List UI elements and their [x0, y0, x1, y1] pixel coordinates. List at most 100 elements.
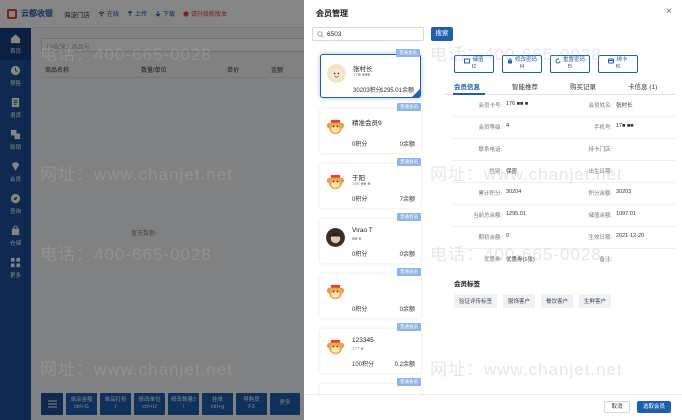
- member-balance: 7余额: [399, 197, 415, 203]
- member-phone: 168 ■■ ■: [352, 181, 371, 186]
- member-labels-title: 会员标签: [454, 281, 480, 288]
- avatar: [327, 64, 346, 83]
- member-label[interactable]: 生鲜客户: [579, 294, 612, 308]
- watermark-url: 网址：www.chanjet.net: [430, 360, 623, 379]
- info-value: 30203: [616, 189, 632, 195]
- member-phone: 177 ■: [352, 346, 364, 351]
- member-tag: 普通会员: [397, 103, 421, 111]
- info-value: 1295.01: [506, 211, 526, 217]
- member-balance: 0余额: [399, 252, 415, 258]
- info-value: 2021-12-20: [616, 233, 645, 239]
- member-phone: ■■ ■: [352, 236, 362, 241]
- info-label: 会员等级:: [478, 125, 502, 131]
- row-divider: [452, 204, 676, 205]
- dialog-footer: 取消 选取会员: [304, 394, 682, 420]
- action-key: f5: [567, 64, 573, 70]
- member-name: 精准会员9: [352, 120, 382, 127]
- monkey-avatar-icon: [326, 284, 345, 300]
- member-name: Virao T: [352, 227, 373, 234]
- member-tabs: 会员信息 智能推荐 购买记录 卡信息 (1): [444, 79, 676, 95]
- member-search-input[interactable]: 6503: [312, 27, 424, 41]
- member-label[interactable]: 餐饮客户: [541, 294, 574, 308]
- tab-card-info[interactable]: 卡信息 (1): [628, 81, 657, 91]
- member-tag: 普通会员: [397, 378, 421, 386]
- member-card[interactable]: 普通会员 精准会员9 0积分 0余额: [320, 103, 421, 153]
- member-points: 30203积分: [353, 88, 382, 94]
- watermark-url: 网址：www.chanjet.net: [40, 165, 233, 184]
- watermark-phone: 电话：400-665-0028: [430, 45, 602, 64]
- watermark-phone: 电话：400-665-0028: [430, 245, 602, 264]
- monkey-avatar-icon: [326, 119, 345, 135]
- info-value: 30204: [506, 189, 522, 195]
- info-value: 张村长: [616, 103, 633, 109]
- member-balance: 0余额: [399, 142, 415, 148]
- search-icon: [317, 31, 324, 38]
- tab-purchase-history[interactable]: 购买记录: [570, 81, 596, 91]
- member-card[interactable]: 普通会员 张村长 17■ ■■■ 30203积分 1295.01余额: [320, 49, 421, 98]
- active-tab-indicator: [453, 93, 485, 95]
- action-key: f2: [471, 64, 477, 70]
- info-label: 累计积分:: [478, 191, 502, 197]
- info-value: 176 ■■ ■: [506, 101, 529, 107]
- info-label: 积分余额:: [588, 191, 612, 197]
- member-search-value: 6503: [327, 31, 342, 38]
- info-label: 联系电话:: [478, 147, 502, 153]
- row-divider: [452, 226, 676, 227]
- info-label: 持卡门店:: [588, 147, 612, 153]
- member-points: 0积分: [352, 252, 368, 258]
- member-card[interactable]: 普通会员 Virao T ■■ ■ 0积分 0余额: [320, 213, 421, 263]
- info-value: 4: [506, 123, 510, 129]
- member-label[interactable]: 服饰客户: [503, 294, 536, 308]
- bind-card-button[interactable]: 绑卡 f6: [598, 55, 638, 73]
- info-value: 0: [506, 233, 510, 239]
- info-label: 会员姓名:: [588, 103, 612, 109]
- member-balance: 1295.01余额: [380, 88, 414, 94]
- info-label: 储值余额:: [588, 213, 612, 219]
- row-divider: [452, 116, 676, 117]
- info-value: 17■ ■■: [616, 123, 634, 129]
- member-points: 0积分: [352, 307, 368, 313]
- search-button[interactable]: 搜索: [431, 27, 453, 41]
- watermark-phone: 电话：400-665-0028: [40, 245, 212, 264]
- member-tag: 普通会员: [397, 323, 421, 331]
- tab-member-info[interactable]: 会员信息: [454, 81, 480, 91]
- monkey-avatar-icon: [326, 174, 345, 190]
- member-tag: 普通会员: [396, 49, 420, 57]
- member-card[interactable]: 普通会员 123345 177 ■ 100积分 0.2余额: [320, 323, 421, 373]
- member-name: 123345: [352, 337, 374, 344]
- member-tag: 普通会员: [397, 213, 421, 221]
- watermark-url: 网址：www.chanjet.net: [40, 360, 233, 379]
- info-label: 会员卡号:: [478, 103, 502, 109]
- info-label: 当前总余额:: [472, 213, 502, 219]
- member-tag: 普通会员: [397, 268, 421, 276]
- member-label[interactable]: 验证评传标签: [454, 294, 498, 308]
- member-balance: 0余额: [399, 307, 415, 313]
- watermark-url: 网址：www.chanjet.net: [430, 165, 623, 184]
- row-divider: [452, 138, 676, 139]
- cancel-button[interactable]: 取消: [604, 401, 630, 413]
- action-label: 绑卡: [616, 57, 628, 64]
- member-points: 0积分: [352, 142, 368, 148]
- member-tag: 普通会员: [397, 158, 421, 166]
- member-points: 100积分: [352, 362, 375, 368]
- member-card[interactable]: 普通会员 于阳 168 ■■ ■ 0积分 7余额: [320, 158, 421, 208]
- member-balance: 0.2余额: [394, 362, 415, 368]
- watermark-phone: 电话：400-665-0028: [40, 45, 212, 64]
- close-icon[interactable]: ×: [666, 6, 672, 17]
- card-icon: [608, 58, 615, 64]
- member-labels: 验证评传标签 服饰客户 餐饮客户 生鲜客户: [454, 294, 612, 308]
- action-key: f4: [519, 64, 525, 70]
- selected-check-icon: [412, 89, 420, 97]
- tab-recommendation[interactable]: 智能推荐: [512, 81, 538, 91]
- select-member-button[interactable]: 选取会员: [637, 401, 671, 413]
- action-key: f6: [615, 64, 621, 70]
- info-value: 1097.01: [616, 211, 636, 217]
- dialog-title: 会员管理: [316, 9, 348, 18]
- member-card[interactable]: 普通会员 0积分 0余额: [320, 268, 421, 318]
- member-phone: 17■ ■■■: [353, 72, 371, 77]
- photo-avatar: [326, 228, 345, 247]
- member-points: 0积分: [352, 197, 368, 203]
- member-list[interactable]: 普通会员 张村长 17■ ■■■ 30203积分 1295.01余额 普通会员 …: [312, 46, 442, 396]
- info-label: 手机号:: [593, 125, 612, 131]
- monkey-avatar-icon: [326, 339, 345, 355]
